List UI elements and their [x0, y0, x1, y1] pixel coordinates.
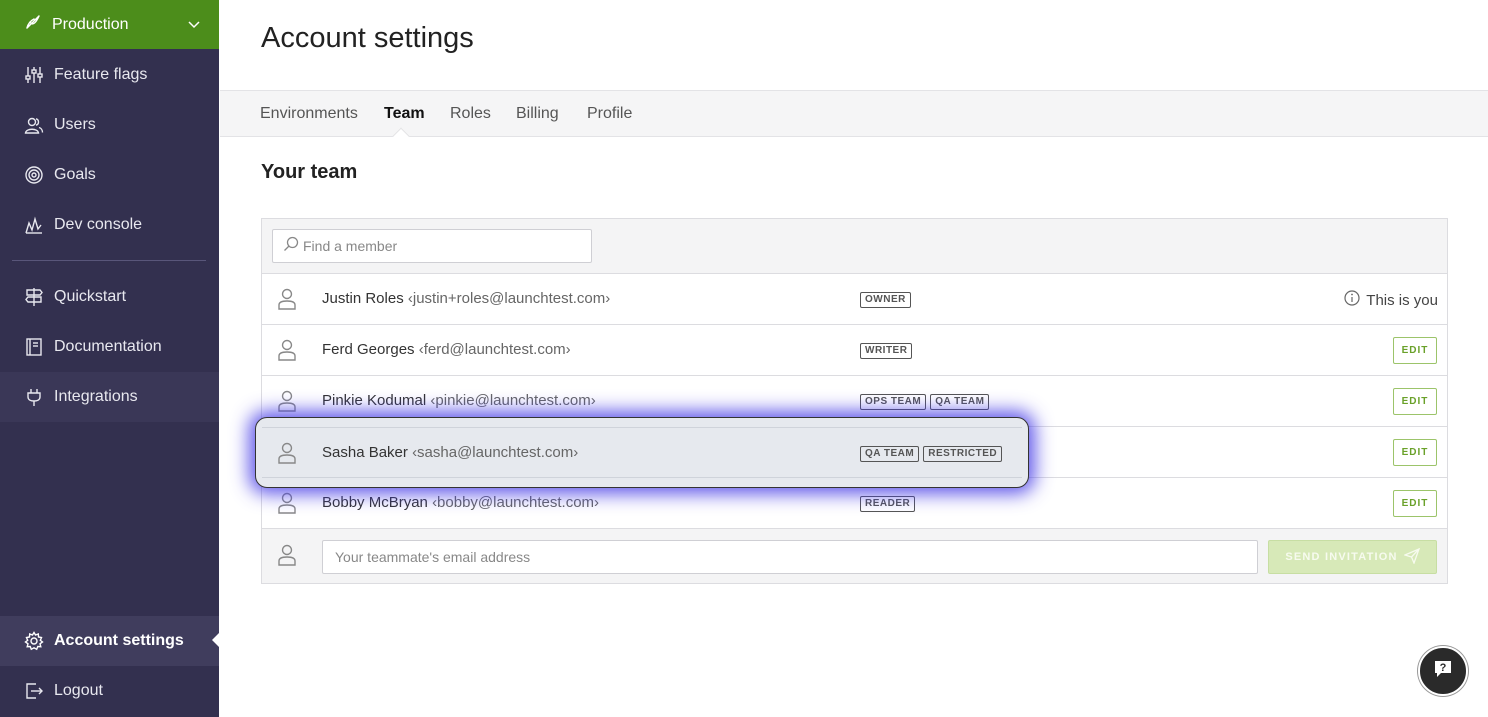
- table-row: Ferd Georges ‹ferd@launchtest.com› WRITE…: [262, 325, 1447, 376]
- sidebar-item-integrations[interactable]: Integrations: [0, 372, 219, 422]
- help-icon: ?: [1432, 658, 1454, 685]
- tab-environments[interactable]: Environments: [260, 105, 358, 123]
- member-email: ‹pinkie@launchtest.com›: [430, 392, 596, 409]
- invite-email-input[interactable]: [322, 540, 1258, 574]
- sidebar-item-label: Dev console: [54, 216, 143, 233]
- member-name: Justin Roles ‹justin+roles@launchtest.co…: [322, 290, 611, 307]
- search-field[interactable]: [272, 229, 592, 263]
- role-badge: OPS TEAM: [860, 394, 927, 410]
- sidebar-item-label: Documentation: [54, 338, 162, 355]
- send-invitation-button[interactable]: SEND INVITATION: [1268, 540, 1437, 574]
- send-icon: [1402, 547, 1420, 567]
- active-tab-caret: [392, 127, 410, 145]
- role-badge: QA TEAM: [930, 394, 990, 410]
- sidebar: Production Feature flags Users Goals Dev…: [0, 0, 219, 717]
- help-chat-button[interactable]: ?: [1418, 646, 1468, 696]
- sidebar-item-label: Quickstart: [54, 288, 127, 305]
- tab-profile[interactable]: Profile: [587, 105, 632, 123]
- invite-row: SEND INVITATION: [262, 529, 1447, 583]
- role-badge: RESTRICTED: [923, 446, 1003, 462]
- member-email: ‹sasha@launchtest.com›: [412, 444, 579, 461]
- main-content: Account settings Environments Team Roles…: [220, 0, 1488, 717]
- edit-button[interactable]: EDIT: [1393, 337, 1437, 364]
- target-icon: [24, 165, 44, 185]
- user-icon: [277, 288, 297, 310]
- sidebar-item-account-settings[interactable]: Account settings: [0, 616, 219, 666]
- sidebar-item-label: Integrations: [54, 388, 138, 405]
- sidebar-item-documentation[interactable]: Documentation: [0, 322, 219, 372]
- sidebar-item-label: Feature flags: [54, 66, 148, 83]
- role-badge: QA TEAM: [860, 446, 920, 462]
- sidebar-divider: [12, 260, 206, 261]
- sidebar-item-feature-flags[interactable]: Feature flags: [0, 50, 219, 100]
- user-icon: [277, 339, 297, 361]
- this-is-you-note: This is you: [1344, 290, 1438, 310]
- user-icon: [277, 442, 297, 464]
- search-icon: [283, 236, 299, 257]
- search-input[interactable]: [303, 238, 583, 254]
- logout-icon: [24, 681, 44, 701]
- svg-text:?: ?: [1440, 662, 1447, 674]
- table-row: Sasha Baker ‹sasha@launchtest.com› QA TE…: [262, 427, 1022, 478]
- edit-button[interactable]: EDIT: [1393, 490, 1437, 517]
- users-icon: [24, 115, 44, 135]
- search-bar: [262, 219, 1447, 274]
- user-icon: [277, 390, 297, 412]
- sidebar-item-goals[interactable]: Goals: [0, 150, 219, 200]
- section-title: Your team: [261, 161, 358, 183]
- page-title: Account settings: [261, 22, 474, 54]
- tab-roles[interactable]: Roles: [450, 105, 491, 123]
- sidebar-item-dev-console[interactable]: Dev console: [0, 200, 219, 250]
- member-email: ‹bobby@launchtest.com›: [432, 494, 600, 511]
- table-row: Justin Roles ‹justin+roles@launchtest.co…: [262, 274, 1447, 325]
- environment-label: Production: [52, 15, 129, 33]
- chart-icon: [24, 215, 44, 235]
- role-badge: READER: [860, 496, 916, 512]
- member-roles: OWNER: [860, 292, 911, 308]
- signpost-icon: [24, 287, 44, 307]
- sidebar-item-label: Logout: [54, 682, 103, 699]
- member-name: Bobby McBryan ‹bobby@launchtest.com›: [322, 494, 600, 511]
- gear-icon: [24, 631, 44, 651]
- sliders-icon: [24, 65, 44, 85]
- sidebar-item-quickstart[interactable]: Quickstart: [0, 272, 219, 322]
- member-name: Ferd Georges ‹ferd@launchtest.com›: [322, 341, 571, 358]
- member-roles: READER: [860, 496, 916, 512]
- edit-button[interactable]: EDIT: [1393, 439, 1437, 466]
- member-name: Sasha Baker ‹sasha@launchtest.com›: [322, 444, 579, 461]
- member-roles: WRITER: [860, 343, 913, 359]
- sidebar-item-label: Goals: [54, 166, 96, 183]
- user-icon: [277, 492, 297, 514]
- sidebar-item-users[interactable]: Users: [0, 100, 219, 150]
- environment-switcher[interactable]: Production: [0, 0, 219, 49]
- role-badge: WRITER: [860, 343, 913, 359]
- check-feather-icon: [24, 13, 42, 36]
- chevron-down-icon: [187, 18, 201, 32]
- sidebar-item-label: Users: [54, 116, 96, 133]
- tab-team[interactable]: Team: [384, 105, 425, 123]
- info-icon: [1344, 290, 1360, 310]
- sidebar-item-logout[interactable]: Logout: [0, 666, 219, 716]
- book-icon: [24, 337, 44, 357]
- member-roles: OPS TEAM QA TEAM: [860, 394, 990, 410]
- sidebar-item-label: Account settings: [54, 632, 184, 649]
- edit-button[interactable]: EDIT: [1393, 388, 1437, 415]
- role-badge: OWNER: [860, 292, 911, 308]
- tab-bar: Environments Team Roles Billing Profile: [220, 90, 1488, 145]
- highlighted-member-row[interactable]: Sasha Baker ‹sasha@launchtest.com› QA TE…: [255, 417, 1029, 488]
- user-icon: [277, 544, 297, 571]
- tab-billing[interactable]: Billing: [516, 105, 559, 123]
- member-name: Pinkie Kodumal ‹pinkie@launchtest.com›: [322, 392, 596, 409]
- member-roles: QA TEAM RESTRICTED: [860, 446, 1003, 462]
- member-email: ‹ferd@launchtest.com›: [418, 341, 571, 358]
- member-email: ‹justin+roles@launchtest.com›: [407, 290, 611, 307]
- plug-icon: [24, 387, 44, 407]
- team-list: Justin Roles ‹justin+roles@launchtest.co…: [261, 218, 1448, 584]
